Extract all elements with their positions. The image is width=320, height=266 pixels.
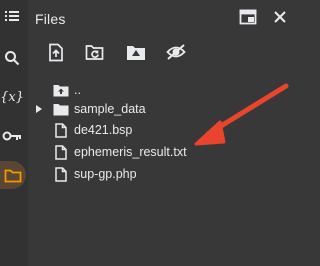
table-of-contents-icon — [5, 11, 19, 21]
refresh-icon — [85, 44, 104, 60]
new-window-icon — [239, 9, 257, 25]
search-icon — [5, 51, 20, 66]
mount-drive-button[interactable] — [126, 42, 146, 62]
folder-icon — [53, 101, 69, 117]
activity-rail: {x} — [0, 0, 28, 266]
upload-button[interactable] — [46, 42, 66, 62]
close-icon — [274, 11, 286, 23]
refresh-button[interactable] — [85, 42, 105, 62]
file-icon — [53, 122, 69, 138]
variables-icon: {x} — [0, 89, 24, 105]
variables-button[interactable]: {x} — [0, 83, 24, 111]
tree-item-name: sample_data — [74, 102, 146, 116]
panel-title: Files — [35, 11, 66, 27]
files-folder-icon — [4, 169, 22, 182]
expand-caret-icon[interactable] — [35, 105, 43, 113]
search-button[interactable] — [0, 44, 24, 72]
annotation-arrow-icon — [194, 83, 289, 146]
parent-folder-icon — [53, 82, 69, 98]
tree-item-name: ephemeris_result.txt — [74, 145, 187, 159]
table-of-contents-button[interactable] — [0, 2, 24, 30]
file-icon — [53, 166, 69, 182]
hide-icon — [166, 44, 186, 60]
secrets-key-icon — [2, 131, 21, 141]
mount-drive-icon — [127, 45, 145, 60]
tree-item-name: sup-gp.php — [74, 167, 137, 181]
open-in-tab-button[interactable] — [238, 7, 258, 27]
tree-row-file[interactable]: sup-gp.php — [28, 164, 300, 184]
hide-files-button[interactable] — [166, 42, 186, 62]
upload-file-icon — [49, 43, 63, 61]
files-button[interactable] — [0, 161, 26, 189]
close-panel-button[interactable] — [270, 7, 290, 27]
tree-item-name: .. — [74, 83, 81, 97]
tree-item-name: de421.bsp — [74, 123, 133, 137]
file-icon — [53, 144, 69, 160]
secrets-button[interactable] — [0, 122, 24, 150]
colab-app: {x} Files .. sample_data de421.bsp ephem… — [0, 0, 300, 266]
